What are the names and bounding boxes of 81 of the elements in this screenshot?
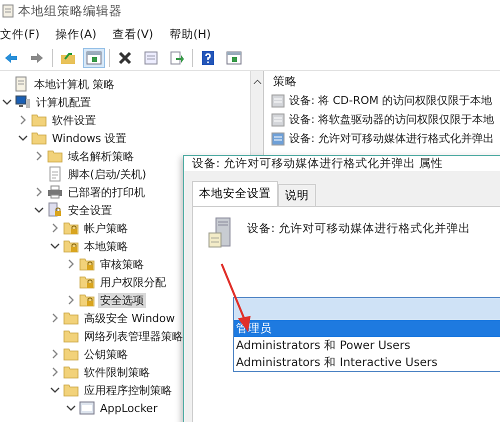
collapse-chevron-icon[interactable] [50, 385, 60, 395]
printer-icon [47, 184, 63, 200]
forward-arrow-icon [29, 50, 45, 66]
window-pane-icon [86, 50, 102, 66]
policy-item[interactable]: 设备: 将 CD-ROM 的访问权限仅限于本地 [289, 93, 492, 108]
server-icon [207, 217, 233, 249]
expand-chevron-icon[interactable] [66, 295, 76, 305]
dropdown-option[interactable]: Administrators 和 Interactive Users [234, 354, 500, 371]
expand-chevron-icon[interactable] [50, 223, 60, 233]
tree-item[interactable]: 脚本(启动/关机) [66, 166, 148, 182]
window-title: 本地组策略编辑器 [18, 2, 122, 20]
folder-icon [63, 328, 79, 344]
properties-icon [143, 50, 159, 66]
dropdown-option[interactable]: Administrators 和 Power Users [234, 337, 500, 354]
expand-chevron-icon[interactable] [34, 151, 44, 161]
folder-up-icon [60, 50, 76, 66]
tree-item[interactable]: 应用程序控制策略 [82, 382, 174, 398]
tree-item[interactable]: Windows 设置 [50, 130, 129, 146]
collapse-chevron-icon[interactable] [2, 97, 12, 107]
tree-item[interactable]: 本地计算机 策略 [32, 76, 116, 92]
locked-folder-icon [63, 238, 79, 254]
menu-item[interactable]: 查看(V) [112, 26, 154, 42]
expand-chevron-icon[interactable] [34, 187, 44, 197]
dialog-tab[interactable]: 本地安全设置 [192, 181, 278, 206]
locked-folder-icon [79, 292, 95, 308]
tree-item[interactable]: 本地策略 [82, 238, 130, 254]
setting-name: 设备: 允许对可移动媒体进行格式化并弹出 [247, 221, 471, 236]
collapse-chevron-icon[interactable] [66, 403, 76, 413]
scroll-up-icon[interactable] [252, 79, 262, 85]
app-icon [2, 4, 14, 18]
folder-icon [31, 112, 47, 128]
column-header[interactable]: 策略 [270, 71, 500, 91]
security-icon [47, 202, 63, 218]
locked-folder-icon [79, 274, 95, 290]
expand-chevron-icon[interactable] [66, 259, 76, 269]
tree-item[interactable]: 安全选项 [98, 292, 146, 308]
tree-item[interactable]: 域名解析策略 [66, 148, 136, 164]
script-icon [47, 166, 63, 182]
window-pane-icon [226, 50, 242, 66]
tree-item[interactable]: 高级安全 Window [82, 310, 177, 326]
menu-item[interactable]: 帮助(H) [169, 26, 211, 42]
menu-item[interactable]: 文件(F) [0, 26, 40, 42]
tree-item[interactable]: 公钥策略 [82, 346, 130, 362]
policy-item[interactable]: 设备: 将软盘驱动器的访问权限仅限于本地 [289, 112, 494, 127]
folder-icon [63, 382, 79, 398]
tree-item[interactable]: 用户权限分配 [98, 274, 168, 290]
tree-item[interactable]: 已部署的打印机 [66, 184, 147, 200]
tree-item[interactable]: 软件限制策略 [82, 364, 152, 380]
tree-item[interactable]: AppLocker [98, 402, 160, 414]
folder-icon [63, 310, 79, 326]
expand-chevron-icon[interactable] [50, 349, 60, 359]
document-icon [13, 76, 29, 92]
export-icon [169, 50, 185, 66]
menu-item[interactable]: 操作(A) [56, 26, 96, 42]
tree-item[interactable]: 软件设置 [50, 112, 98, 128]
tree-item[interactable]: 审核策略 [98, 256, 146, 272]
expand-chevron-icon[interactable] [50, 367, 60, 377]
tree-item[interactable]: 网络列表管理器策略 [82, 328, 185, 344]
expand-chevron-icon[interactable] [18, 115, 28, 125]
tree-item[interactable]: 计算机配置 [34, 94, 93, 110]
tree-item[interactable]: 安全设置 [66, 202, 114, 218]
locked-folder-icon [63, 220, 79, 236]
collapse-chevron-icon[interactable] [50, 241, 60, 251]
help-icon [200, 50, 216, 66]
collapse-chevron-icon[interactable] [18, 133, 28, 143]
folder-icon [47, 148, 63, 164]
applocker-icon [79, 400, 95, 416]
back-arrow-icon [3, 50, 19, 66]
dialog-tab[interactable]: 说明 [278, 184, 316, 206]
computer-icon [15, 94, 31, 110]
policy-item[interactable]: 设备: 允许对可移动媒体进行格式化并弹出 [289, 131, 494, 146]
console-tree-button[interactable] [83, 48, 105, 68]
folder-icon [31, 130, 47, 146]
dialog-title: 设备: 允许对可移动媒体进行格式化并弹出 属性 [191, 156, 444, 171]
tree-item[interactable]: 帐户策略 [82, 220, 130, 236]
collapse-chevron-icon[interactable] [34, 205, 44, 215]
delete-icon [117, 50, 133, 66]
locked-folder-icon [79, 256, 95, 272]
expand-chevron-icon[interactable] [50, 313, 60, 323]
folder-icon [63, 346, 79, 362]
folder-icon [63, 364, 79, 380]
